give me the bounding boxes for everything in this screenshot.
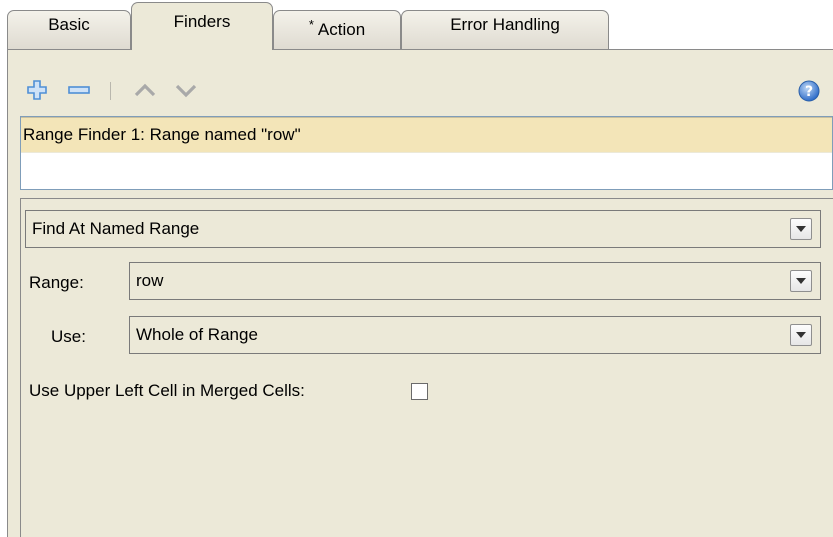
move-up-button[interactable]	[133, 78, 157, 102]
range-label: Range:	[29, 273, 84, 292]
range-select[interactable]: row	[129, 262, 821, 300]
chevron-down-icon	[796, 226, 806, 232]
use-dropdown-button[interactable]	[790, 324, 812, 346]
list-item[interactable]: Range Finder 1: Range named "row"	[21, 117, 832, 153]
finder-type-dropdown-button[interactable]	[790, 218, 812, 240]
tab-basic[interactable]: Basic	[7, 10, 131, 50]
tab-finders-label: Finders	[173, 12, 231, 31]
add-finder-button[interactable]	[25, 78, 49, 102]
finder-type-select[interactable]: Find At Named Range	[25, 210, 821, 248]
chevron-down-icon	[796, 278, 806, 284]
active-tab-gap	[132, 49, 272, 51]
use-value: Whole of Range	[136, 325, 258, 344]
merged-cells-checkbox[interactable]	[411, 383, 428, 400]
tab-action-label: Action	[317, 20, 366, 39]
minus-icon	[68, 86, 90, 94]
help-icon: ?	[798, 80, 820, 102]
finder-details-group	[20, 198, 833, 537]
list-item-label: Range Finder 1: Range named "row"	[23, 125, 301, 144]
tab-finders[interactable]: Finders	[131, 2, 273, 50]
use-label: Use:	[51, 327, 86, 346]
up-chevron-icon	[134, 83, 156, 97]
tab-strip: Basic Finders * Action Error Handling	[0, 0, 833, 51]
merged-cells-label: Use Upper Left Cell in Merged Cells:	[29, 381, 305, 400]
range-dropdown-button[interactable]	[790, 270, 812, 292]
tab-error-handling[interactable]: Error Handling	[401, 10, 609, 50]
tab-action[interactable]: * Action	[273, 10, 401, 50]
action-marker: *	[308, 17, 314, 32]
use-select[interactable]: Whole of Range	[129, 316, 821, 354]
range-value: row	[136, 271, 164, 290]
tab-basic-label: Basic	[48, 15, 90, 34]
plus-icon	[27, 80, 47, 100]
toolbar-separator	[110, 82, 111, 100]
tab-error-handling-label: Error Handling	[450, 15, 560, 34]
help-button[interactable]: ?	[797, 79, 821, 103]
move-down-button[interactable]	[174, 78, 198, 102]
finders-list[interactable]: Range Finder 1: Range named "row"	[20, 116, 833, 190]
finder-type-value: Find At Named Range	[32, 219, 200, 238]
down-chevron-icon	[175, 84, 197, 98]
chevron-down-icon	[796, 332, 806, 338]
svg-text:?: ?	[805, 84, 813, 100]
remove-finder-button[interactable]	[67, 78, 91, 102]
